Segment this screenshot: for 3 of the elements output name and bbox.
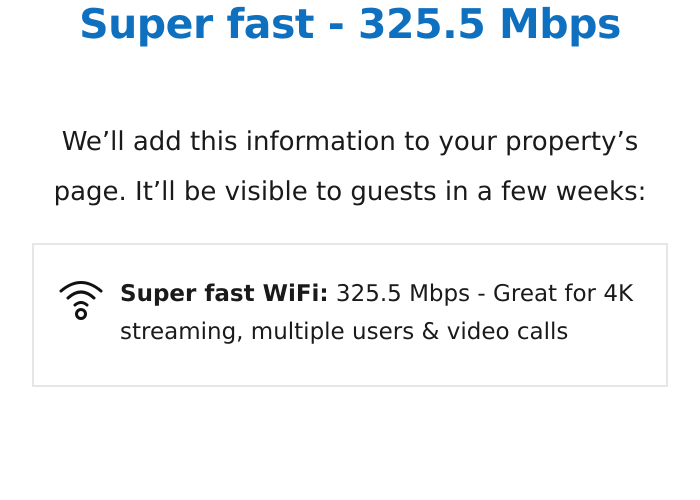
message: We’ll add this information to your property’s page. It’ll be visible to guests in a few weeks: (52, 126, 648, 209)
wifi-description: Super fast WiFi: 325.5 Mbps - Great for 4K streaming, multiple users & video calls (120, 280, 634, 347)
heading: Super fast - 325.5 Mbps (78, 4, 622, 45)
